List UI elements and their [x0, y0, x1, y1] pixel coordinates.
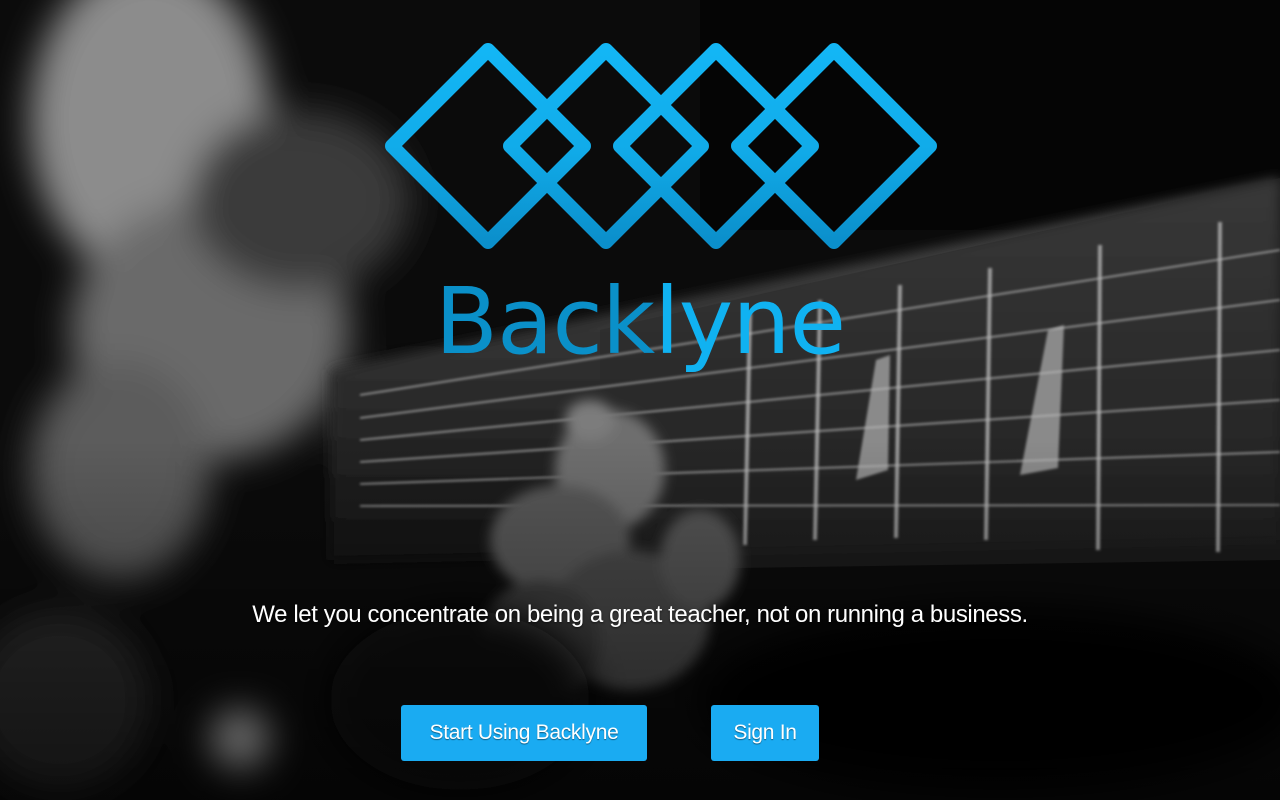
landing-page: Backlyne We let you concentrate on being…	[0, 0, 1280, 800]
four-interlocking-diamonds-logo-icon	[385, 43, 937, 249]
brand-wordmark: Backlyne	[0, 262, 1280, 382]
hero-tagline: We let you concentrate on being a great …	[252, 601, 1028, 628]
brand-name-part-1: Back	[434, 268, 655, 375]
brand-name-part-2: lyne	[654, 268, 846, 375]
sign-in-button[interactable]: Sign In	[711, 705, 819, 761]
start-using-button[interactable]: Start Using Backlyne	[401, 705, 647, 761]
